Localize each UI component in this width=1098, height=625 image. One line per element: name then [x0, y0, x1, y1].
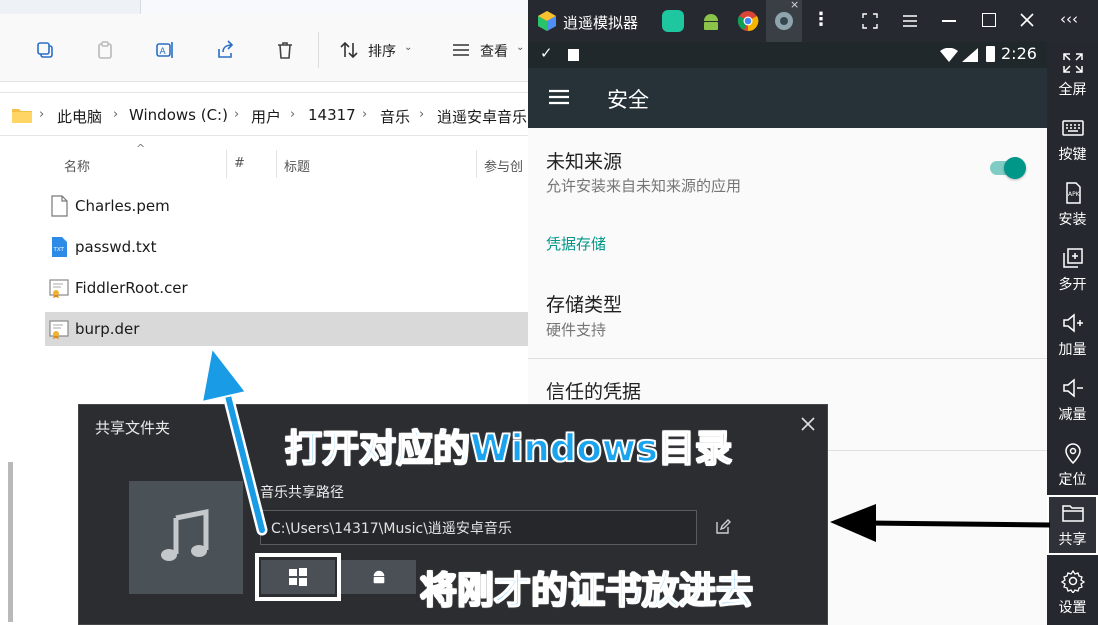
annotation-put-certificate: 将刚才的证书放进去: [419, 568, 754, 613]
black-arrow-left: [830, 504, 1051, 542]
blue-arrow-up: [200, 345, 268, 536]
annotation-arrows: [200, 345, 1051, 542]
annotation-open-windows-dir: 打开对应的Windows目录: [284, 426, 732, 471]
